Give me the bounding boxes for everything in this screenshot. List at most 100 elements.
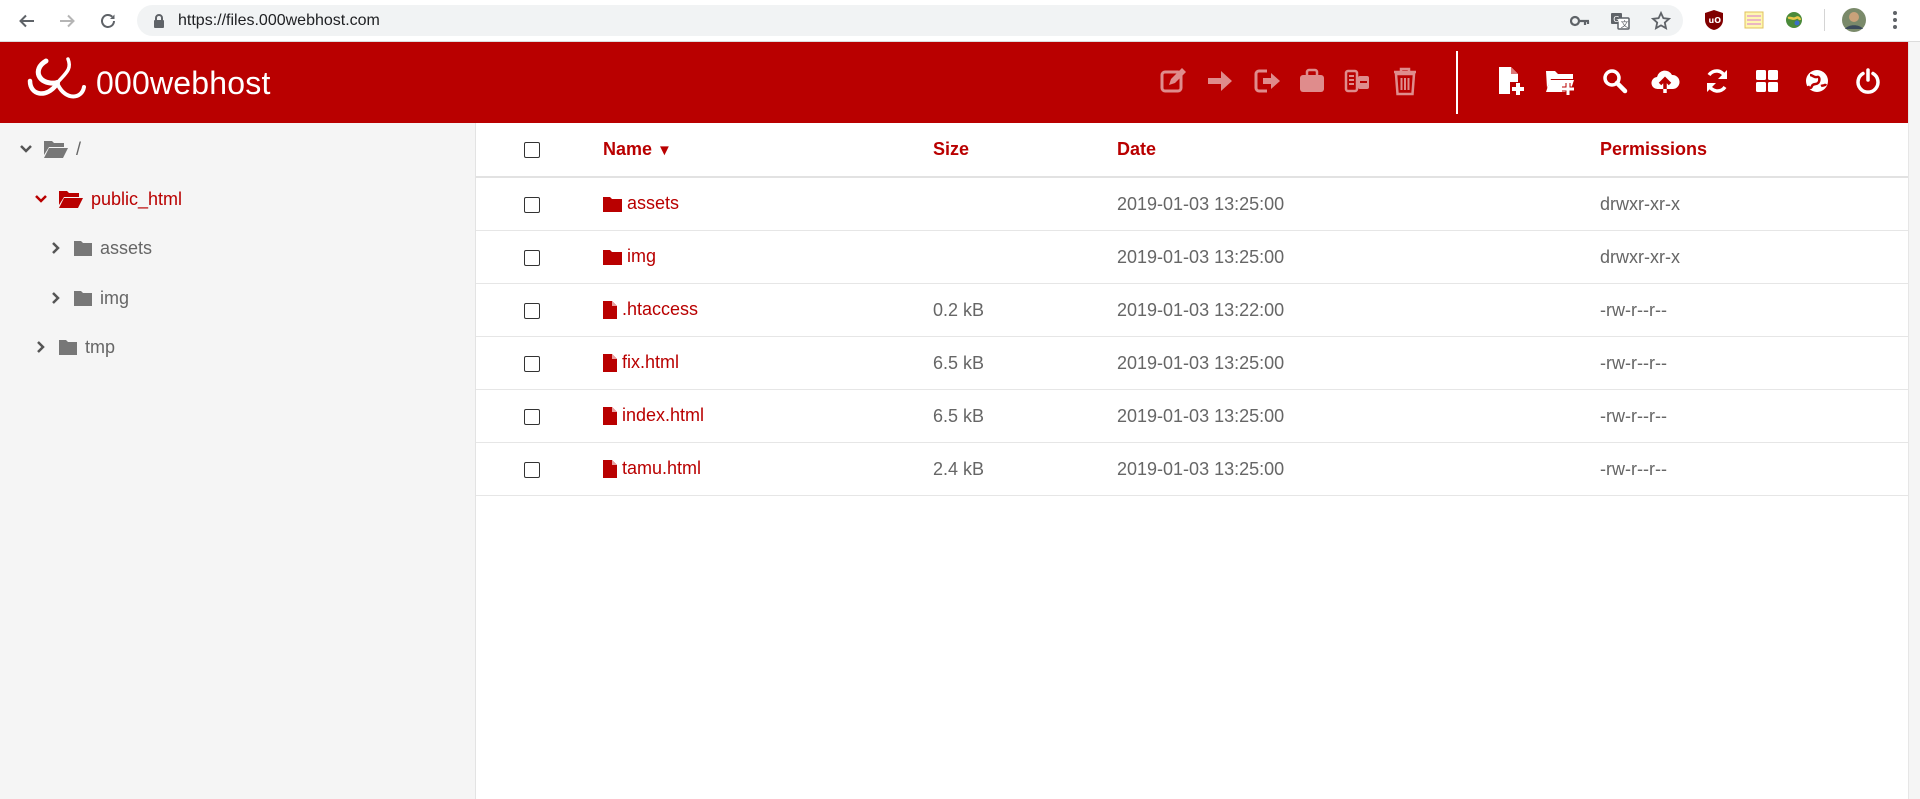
back-arrow-icon[interactable] bbox=[13, 7, 41, 35]
globe-icon[interactable] bbox=[1799, 63, 1835, 99]
delete-icon[interactable] bbox=[1387, 63, 1423, 99]
view-grid-icon[interactable] bbox=[1749, 63, 1785, 99]
file-name: .htaccess bbox=[622, 299, 699, 319]
tree-node-root[interactable]: / bbox=[19, 134, 81, 164]
folder-icon bbox=[73, 289, 93, 307]
file-size: 6.5 kB bbox=[933, 406, 985, 426]
toolbar-divider bbox=[1456, 51, 1458, 114]
table-row[interactable]: img 2019-01-03 13:25:00 drwxr-xr-x bbox=[476, 231, 1908, 284]
address-bar[interactable]: https://files.000webhost.com G文 bbox=[137, 5, 1683, 36]
table-row[interactable]: tamu.html 2.4 kB 2019-01-03 13:25:00 -rw-r-… bbox=[476, 443, 1908, 496]
file-name: assets bbox=[627, 193, 680, 213]
column-header-size[interactable]: Size bbox=[933, 139, 969, 160]
new-file-icon[interactable] bbox=[1493, 63, 1529, 99]
file-list: Name ▼ Size Date Permissions assets 2019-… bbox=[476, 123, 1908, 799]
reload-icon[interactable] bbox=[94, 7, 122, 35]
extract-icon[interactable] bbox=[1339, 63, 1375, 99]
notes-extension-icon[interactable] bbox=[1743, 9, 1765, 31]
row-checkbox[interactable] bbox=[524, 356, 540, 372]
file-icon bbox=[603, 406, 617, 425]
search-icon[interactable] bbox=[1597, 63, 1633, 99]
tree-label: assets bbox=[100, 237, 153, 258]
forward-arrow-icon[interactable] bbox=[53, 7, 81, 35]
row-checkbox[interactable] bbox=[524, 250, 540, 266]
file-name-link[interactable]: assets bbox=[603, 193, 679, 214]
lock-icon[interactable] bbox=[149, 11, 169, 31]
file-date: 2019-01-03 13:25:00 bbox=[1117, 194, 1285, 214]
file-name-link[interactable]: fix.html bbox=[603, 352, 679, 373]
menu-dots-icon[interactable] bbox=[1884, 9, 1906, 31]
refresh-icon[interactable] bbox=[1699, 63, 1735, 99]
ublock-extension-icon[interactable]: uO bbox=[1703, 9, 1725, 31]
file-permissions: -rw-r--r-- bbox=[1600, 300, 1667, 320]
sort-desc-icon: ▼ bbox=[657, 142, 672, 159]
star-icon[interactable] bbox=[1651, 11, 1671, 31]
file-date: 2019-01-03 13:25:00 bbox=[1117, 353, 1285, 373]
tree-node-tmp[interactable]: tmp bbox=[34, 332, 115, 362]
file-name-link[interactable]: .htaccess bbox=[603, 299, 698, 320]
url-text[interactable]: https://files.000webhost.com bbox=[178, 12, 380, 30]
column-header-permissions[interactable]: Permissions bbox=[1600, 139, 1707, 160]
chevron-right-icon[interactable] bbox=[49, 291, 63, 305]
file-permissions: -rw-r--r-- bbox=[1600, 459, 1667, 479]
file-name: index.html bbox=[622, 405, 705, 425]
table-row[interactable]: assets 2019-01-03 13:25:00 drwxr-xr-x bbox=[476, 178, 1908, 231]
app-header: 000webhost bbox=[0, 42, 1908, 123]
move-icon[interactable] bbox=[1202, 63, 1238, 99]
table-row[interactable]: index.html 6.5 kB 2019-01-03 13:25:00 -rw-r… bbox=[476, 390, 1908, 443]
file-name: img bbox=[627, 246, 657, 266]
tree-node-public-html[interactable]: public_html bbox=[34, 184, 182, 214]
edit-icon[interactable] bbox=[1155, 63, 1191, 99]
power-icon[interactable] bbox=[1850, 63, 1886, 99]
brand-name: 000webhost bbox=[96, 64, 271, 101]
table-row[interactable]: .htaccess 0.2 kB 2019-01-03 13:22:00 -rw-r-… bbox=[476, 284, 1908, 337]
file-size: 0.2 kB bbox=[933, 300, 985, 320]
file-date: 2019-01-03 13:25:00 bbox=[1117, 247, 1285, 267]
profile-avatar[interactable] bbox=[1840, 6, 1868, 34]
tree-node-assets[interactable]: assets bbox=[49, 233, 152, 263]
folder-open-icon bbox=[43, 139, 69, 159]
row-checkbox[interactable] bbox=[524, 197, 540, 213]
row-checkbox[interactable] bbox=[524, 409, 540, 425]
folder-icon bbox=[603, 249, 622, 265]
column-header-date[interactable]: Date bbox=[1117, 139, 1156, 160]
file-name-link[interactable]: tamu.html bbox=[603, 458, 701, 479]
translate-icon[interactable]: G文 bbox=[1610, 11, 1630, 31]
chevron-right-icon[interactable] bbox=[34, 340, 48, 354]
folder-icon bbox=[603, 196, 622, 212]
folder-icon bbox=[73, 239, 93, 257]
archive-icon[interactable] bbox=[1294, 63, 1330, 99]
column-header-name[interactable]: Name ▼ bbox=[603, 139, 672, 160]
tree-label: public_html bbox=[91, 188, 183, 209]
chevron-right-icon[interactable] bbox=[49, 241, 63, 255]
row-checkbox[interactable] bbox=[524, 303, 540, 319]
key-icon[interactable] bbox=[1570, 11, 1590, 31]
file-icon bbox=[603, 353, 617, 372]
file-date: 2019-01-03 13:22:00 bbox=[1117, 300, 1285, 320]
swirl-logo-icon bbox=[26, 55, 86, 111]
upload-icon[interactable] bbox=[1647, 63, 1683, 99]
page-scrollbar[interactable] bbox=[1908, 42, 1920, 799]
globe-extension-icon[interactable] bbox=[1783, 9, 1805, 31]
rename-icon[interactable] bbox=[1249, 63, 1285, 99]
file-name: tamu.html bbox=[622, 458, 702, 478]
toolbar-divider bbox=[1824, 9, 1825, 31]
file-name-link[interactable]: img bbox=[603, 246, 656, 267]
file-size: 2.4 kB bbox=[933, 459, 985, 479]
tree-node-img[interactable]: img bbox=[49, 283, 129, 313]
svg-text:uO: uO bbox=[1709, 16, 1722, 25]
row-checkbox[interactable] bbox=[524, 462, 540, 478]
table-row[interactable]: fix.html 6.5 kB 2019-01-03 13:25:00 -rw-r--… bbox=[476, 337, 1908, 390]
svg-text:G: G bbox=[1613, 15, 1619, 24]
chevron-down-icon[interactable] bbox=[19, 142, 33, 156]
chevron-down-icon[interactable] bbox=[34, 192, 48, 206]
file-permissions: drwxr-xr-x bbox=[1600, 194, 1680, 214]
file-permissions: drwxr-xr-x bbox=[1600, 247, 1680, 267]
svg-text:文: 文 bbox=[1621, 19, 1629, 29]
browser-toolbar: https://files.000webhost.com G文 uO bbox=[0, 0, 1920, 42]
folder-open-icon bbox=[58, 189, 84, 209]
new-folder-icon[interactable] bbox=[1542, 63, 1578, 99]
select-all-checkbox[interactable] bbox=[524, 142, 540, 158]
brand-logo[interactable]: 000webhost bbox=[26, 54, 271, 112]
file-name-link[interactable]: index.html bbox=[603, 405, 704, 426]
